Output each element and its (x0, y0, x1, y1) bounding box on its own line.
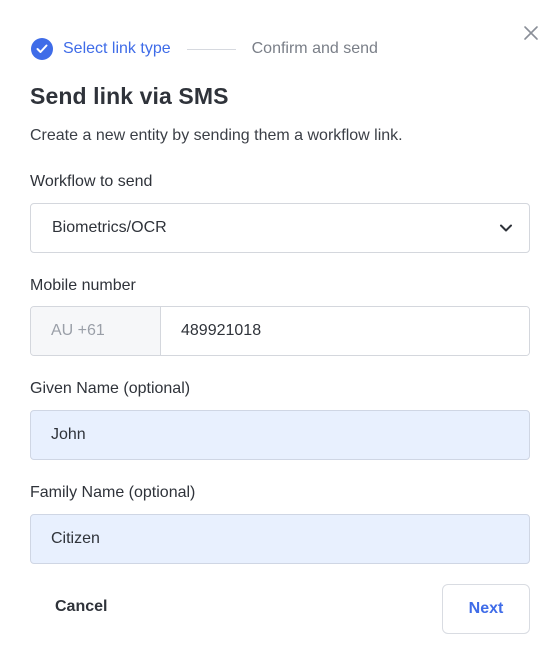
given-name-input[interactable] (30, 410, 530, 460)
page-subtitle: Create a new entity by sending them a wo… (30, 127, 403, 144)
page-title: Send link via SMS (30, 83, 229, 109)
close-icon (524, 26, 538, 40)
step-connector (186, 48, 236, 50)
mobile-number-input[interactable] (161, 307, 529, 355)
workflow-select-value: Biometrics/OCR (52, 219, 167, 236)
next-button[interactable]: Next (442, 584, 530, 634)
check-circle-icon (31, 38, 53, 60)
workflow-select[interactable]: Biometrics/OCR (30, 203, 530, 253)
mobile-number-field: AU +61 (30, 306, 530, 356)
mobile-number-label: Mobile number (30, 277, 136, 294)
chevron-down-icon (500, 224, 512, 232)
step-select-link-type[interactable]: Select link type (63, 40, 171, 58)
given-name-label: Given Name (optional) (30, 380, 191, 397)
workflow-label: Workflow to send (30, 173, 153, 190)
close-button[interactable] (521, 23, 541, 43)
step-confirm-and-send: Confirm and send (251, 40, 378, 57)
country-code-prefix[interactable]: AU +61 (31, 307, 161, 355)
family-name-input[interactable] (30, 514, 530, 564)
family-name-label: Family Name (optional) (30, 484, 196, 501)
cancel-button[interactable]: Cancel (55, 598, 107, 616)
stepper: Select link type Confirm and send (31, 37, 378, 61)
